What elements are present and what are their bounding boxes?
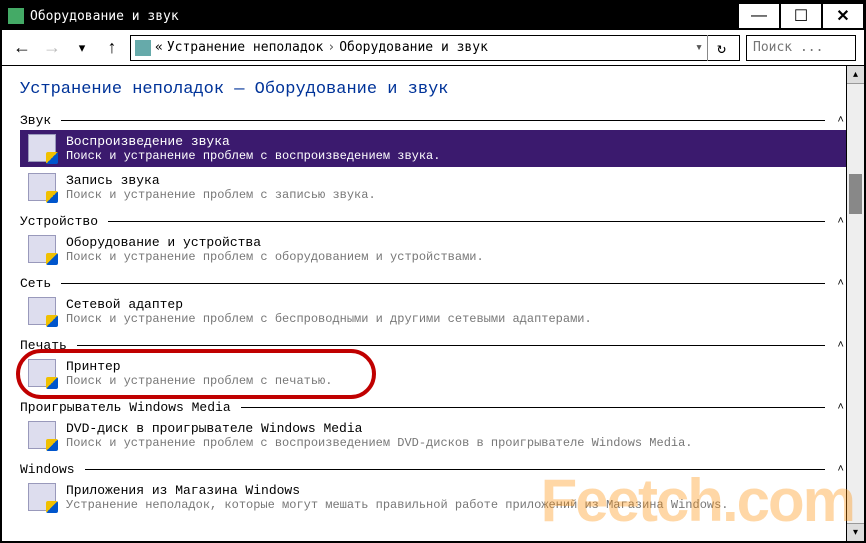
troubleshooter-hardware-devices[interactable]: Оборудование и устройстваПоиск и устране… bbox=[20, 231, 846, 268]
group-label: Устройство bbox=[20, 214, 98, 229]
item-title: DVD-диск в проигрывателе Windows Media bbox=[66, 421, 693, 436]
item-title: Запись звука bbox=[66, 173, 376, 188]
search-input[interactable] bbox=[746, 35, 856, 61]
addressbar-icon bbox=[135, 40, 151, 56]
scroll-up-button[interactable]: ▴ bbox=[847, 66, 864, 84]
item-description: Поиск и устранение проблем с беспроводны… bbox=[66, 312, 592, 326]
breadcrumb-prefix: « bbox=[155, 40, 163, 55]
group-divider bbox=[77, 345, 826, 346]
refresh-button[interactable]: ↻ bbox=[707, 35, 735, 61]
troubleshooter-icon bbox=[28, 134, 56, 162]
vertical-scrollbar[interactable]: ▴ ▾ bbox=[846, 66, 864, 541]
troubleshooter-network-adapter[interactable]: Сетевой адаптерПоиск и устранение пробле… bbox=[20, 293, 846, 330]
group-label: Звук bbox=[20, 113, 51, 128]
group-1: Устройство ˄ Оборудование и устройстваПоис… bbox=[20, 214, 846, 268]
item-title: Сетевой адаптер bbox=[66, 297, 592, 312]
scroll-thumb[interactable] bbox=[849, 174, 862, 214]
group-label: Сеть bbox=[20, 276, 51, 291]
group-header[interactable]: Проигрыватель Windows Media ˄ bbox=[20, 400, 846, 415]
forward-button[interactable]: → bbox=[40, 36, 64, 60]
troubleshooter-store-apps[interactable]: Приложения из Магазина WindowsУстранение… bbox=[20, 479, 846, 516]
item-title: Принтер bbox=[66, 359, 332, 374]
back-button[interactable]: ← bbox=[10, 36, 34, 60]
maximize-button[interactable]: ☐ bbox=[780, 3, 822, 29]
group-4: Проигрыватель Windows Media ˄ DVD-диск в п… bbox=[20, 400, 846, 454]
group-label: Windows bbox=[20, 462, 75, 477]
breadcrumb-item[interactable]: Устранение неполадок bbox=[167, 40, 324, 55]
group-header[interactable]: Печать ˄ bbox=[20, 338, 846, 353]
group-divider bbox=[241, 407, 826, 408]
troubleshooter-icon bbox=[28, 483, 56, 511]
group-divider bbox=[61, 120, 825, 121]
chevron-up-icon[interactable]: ˄ bbox=[831, 464, 846, 476]
shield-icon bbox=[46, 191, 58, 203]
item-title: Приложения из Магазина Windows bbox=[66, 483, 729, 498]
item-description: Поиск и устранение проблем с оборудовани… bbox=[66, 250, 484, 264]
troubleshooter-printer[interactable]: ПринтерПоиск и устранение проблем с печа… bbox=[20, 355, 846, 392]
item-description: Поиск и устранение проблем с записью зву… bbox=[66, 188, 376, 202]
group-2: Сеть ˄ Сетевой адаптерПоиск и устранение п… bbox=[20, 276, 846, 330]
address-bar[interactable]: « Устранение неполадок › Оборудование и … bbox=[130, 35, 740, 61]
troubleshooter-wmp-dvd[interactable]: DVD-диск в проигрывателе Windows MediaПо… bbox=[20, 417, 846, 454]
chevron-up-icon[interactable]: ˄ bbox=[831, 340, 846, 352]
group-divider bbox=[108, 221, 825, 222]
group-divider bbox=[61, 283, 825, 284]
addressbar-dropdown[interactable]: ▾ bbox=[695, 40, 703, 55]
group-header[interactable]: Сеть ˄ bbox=[20, 276, 846, 291]
item-description: Устранение неполадок, которые могут меша… bbox=[66, 498, 729, 512]
scroll-down-button[interactable]: ▾ bbox=[847, 523, 864, 541]
item-description: Поиск и устранение проблем с воспроизвед… bbox=[66, 149, 440, 163]
group-header[interactable]: Звук ˄ bbox=[20, 113, 846, 128]
item-description: Поиск и устранение проблем с печатью. bbox=[66, 374, 332, 388]
troubleshooter-icon bbox=[28, 173, 56, 201]
scroll-track[interactable] bbox=[847, 84, 864, 523]
troubleshooter-icon bbox=[28, 359, 56, 387]
shield-icon bbox=[46, 152, 58, 164]
troubleshooter-icon bbox=[28, 421, 56, 449]
chevron-up-icon[interactable]: ˄ bbox=[831, 115, 846, 127]
group-label: Печать bbox=[20, 338, 67, 353]
content-pane: Устранение неполадок — Оборудование и зв… bbox=[2, 66, 864, 528]
item-description: Поиск и устранение проблем с воспроизвед… bbox=[66, 436, 693, 450]
shield-icon bbox=[46, 501, 58, 513]
group-label: Проигрыватель Windows Media bbox=[20, 400, 231, 415]
group-0: Звук˄Воспроизведение звукаПоиск и устран… bbox=[20, 113, 846, 206]
troubleshooter-audio-record[interactable]: Запись звукаПоиск и устранение проблем с… bbox=[20, 169, 846, 206]
shield-icon bbox=[46, 377, 58, 389]
page-title: Устранение неполадок — Оборудование и зв… bbox=[20, 80, 846, 99]
breadcrumb-item[interactable]: Оборудование и звук bbox=[339, 40, 488, 55]
troubleshooter-audio-playback[interactable]: Воспроизведение звукаПоиск и устранение … bbox=[20, 130, 846, 167]
shield-icon bbox=[46, 439, 58, 451]
group-3: Печать ˄ ПринтерПоиск и устранение проблем… bbox=[20, 338, 846, 392]
troubleshooter-icon bbox=[28, 297, 56, 325]
item-title: Оборудование и устройства bbox=[66, 235, 484, 250]
group-5: Windows ˄ Приложения из Магазина WindowsУс… bbox=[20, 462, 846, 516]
navbar: ← → ▾ ↑ « Устранение неполадок › Оборудо… bbox=[2, 30, 864, 66]
shield-icon bbox=[46, 253, 58, 265]
troubleshooter-icon bbox=[28, 235, 56, 263]
window-icon bbox=[8, 8, 24, 24]
minimize-button[interactable]: — bbox=[738, 3, 780, 29]
up-button[interactable]: ↑ bbox=[100, 36, 124, 60]
group-header[interactable]: Устройство ˄ bbox=[20, 214, 846, 229]
breadcrumb-separator: › bbox=[327, 40, 335, 55]
chevron-up-icon[interactable]: ˄ bbox=[831, 402, 846, 414]
item-title: Воспроизведение звука bbox=[66, 134, 440, 149]
group-divider bbox=[85, 469, 826, 470]
shield-icon bbox=[46, 315, 58, 327]
chevron-up-icon[interactable]: ˄ bbox=[831, 216, 846, 228]
recent-locations-button[interactable]: ▾ bbox=[70, 36, 94, 60]
close-button[interactable]: ✕ bbox=[822, 3, 864, 29]
chevron-up-icon[interactable]: ˄ bbox=[831, 278, 846, 290]
titlebar: Оборудование и звук — ☐ ✕ bbox=[2, 2, 864, 30]
window-title: Оборудование и звук bbox=[30, 9, 179, 24]
group-header[interactable]: Windows ˄ bbox=[20, 462, 846, 477]
